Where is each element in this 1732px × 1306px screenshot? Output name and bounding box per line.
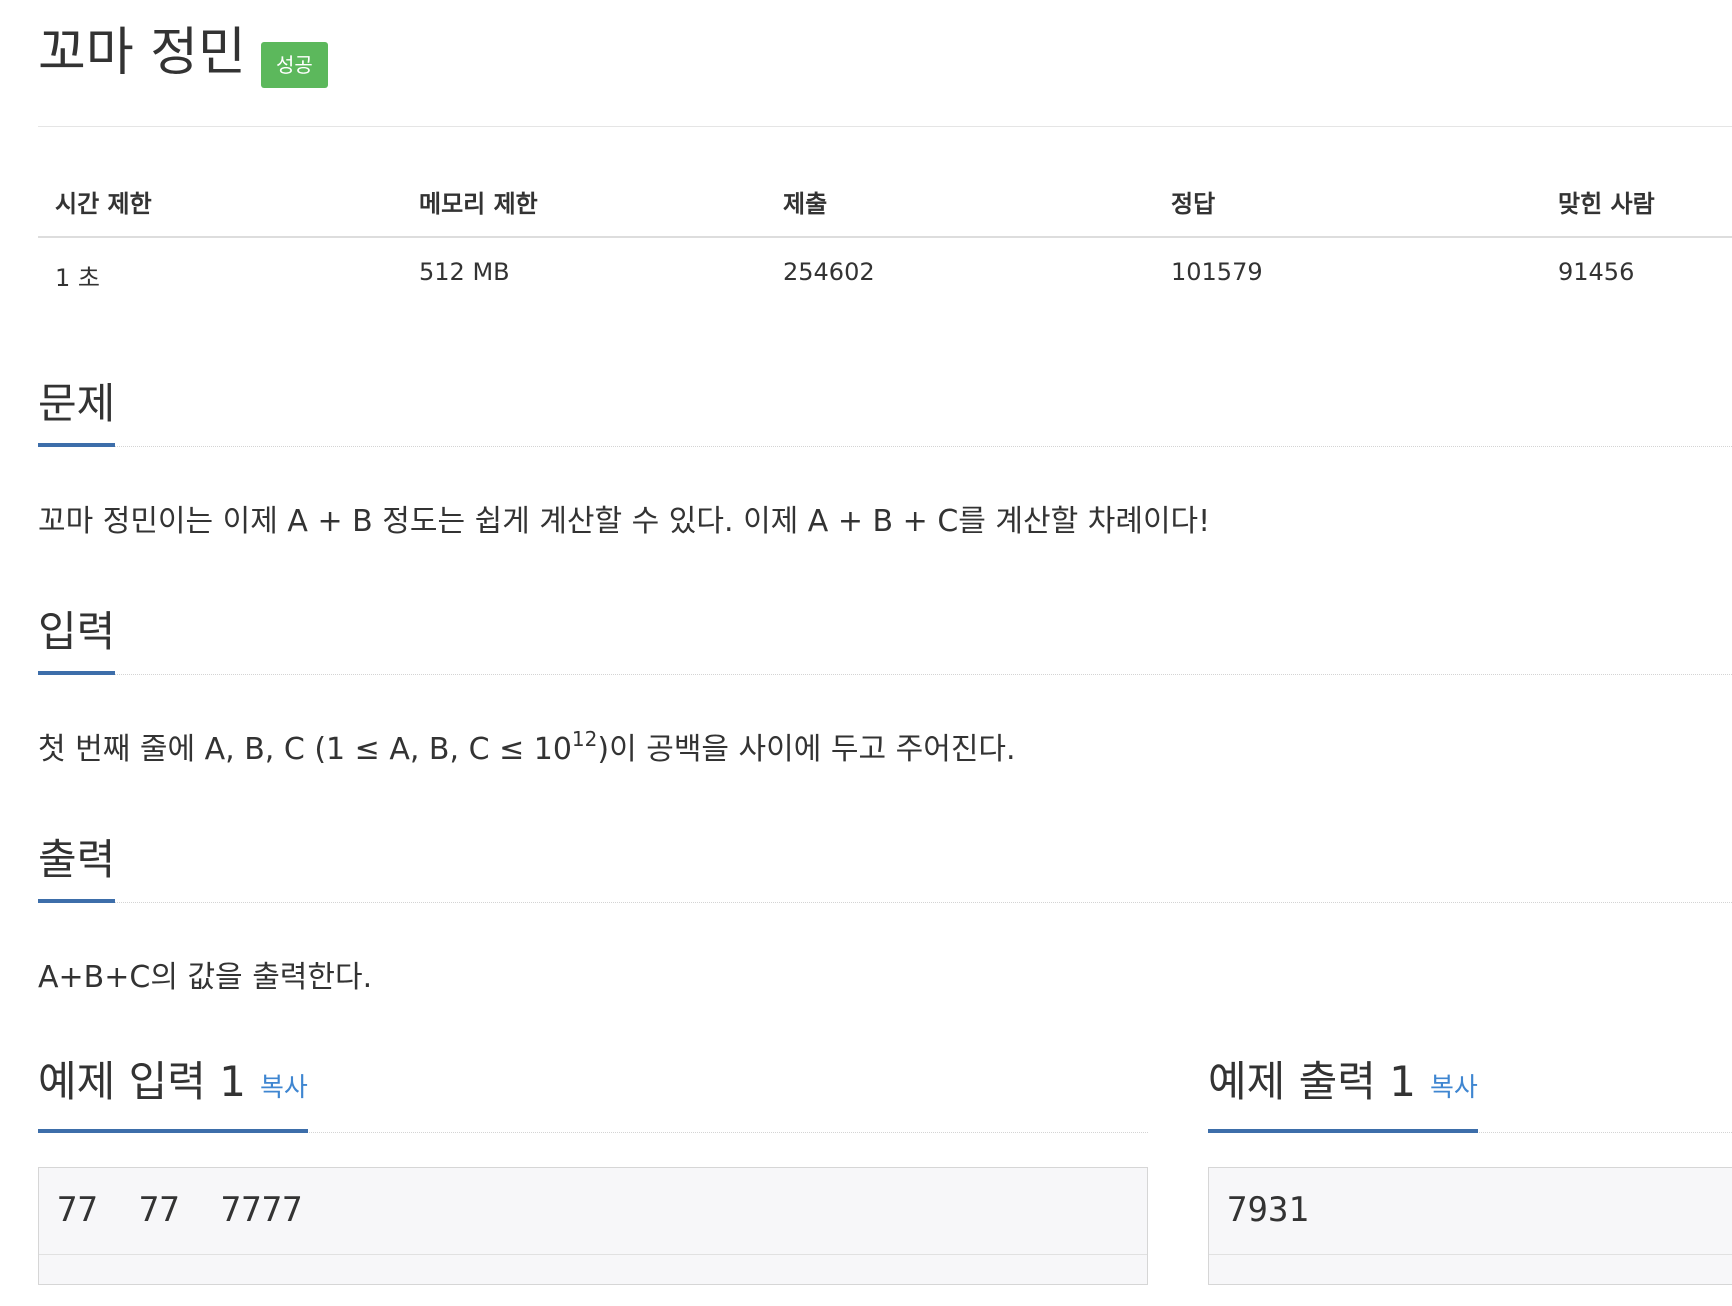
sample-output-panel: 예제 출력 1 복사 7931 xyxy=(1208,1050,1732,1285)
header-time-limit: 시간 제한 xyxy=(55,190,152,218)
section-description-text: 꼬마 정민이는 이제 A + B 정도는 쉽게 계산할 수 있다. 이제 A +… xyxy=(38,504,1211,539)
problem-info-table: 시간 제한 메모리 제한 제출 정답 맞힌 사람 1 초 512 MB 2546… xyxy=(38,170,1732,310)
section-output-head: 출력 xyxy=(38,830,1732,903)
section-description-title: 문제 xyxy=(38,377,116,447)
value-solved-users: 91456 xyxy=(1558,258,1635,286)
problem-title: 꼬마 정민 xyxy=(38,23,246,83)
section-output-text: A+B+C의 값을 출력한다. xyxy=(38,960,373,995)
section-input: 입력 첫 번째 줄에 A, B, C (1 ≤ A, B, C ≤ 1012)이… xyxy=(38,602,1732,767)
value-submissions: 254602 xyxy=(783,258,875,286)
section-output: 출력 A+B+C의 값을 출력한다. xyxy=(38,830,1732,995)
copy-sample-output-link[interactable]: 복사 xyxy=(1430,1073,1478,1103)
header-memory-limit: 메모리 제한 xyxy=(419,190,538,218)
sample-output-title-text: 예제 출력 1 xyxy=(1208,1057,1416,1106)
sample-input-title-text: 예제 입력 1 xyxy=(38,1057,246,1106)
header-submissions: 제출 xyxy=(783,190,828,218)
problem-page: 꼬마 정민 성공 시간 제한 메모리 제한 제출 정답 맞힌 사람 1 초 51… xyxy=(38,0,1732,1285)
section-input-title: 입력 xyxy=(38,605,116,675)
info-table-value-row: 1 초 512 MB 254602 101579 91456 xyxy=(38,238,1732,310)
sample-input-title: 예제 입력 1 복사 xyxy=(38,1055,308,1133)
sample-output-divider xyxy=(1209,1254,1732,1255)
copy-sample-input-link[interactable]: 복사 xyxy=(260,1073,308,1103)
section-description-head: 문제 xyxy=(38,374,1732,447)
status-badge: 성공 xyxy=(261,42,328,88)
header-accepted: 정답 xyxy=(1171,190,1216,218)
input-text-exponent: 12 xyxy=(571,727,598,751)
section-output-title: 출력 xyxy=(38,833,116,903)
value-time-limit: 1 초 xyxy=(55,264,100,292)
input-text-after: )이 공백을 사이에 두고 주어진다. xyxy=(597,732,1016,767)
sample-output-box[interactable]: 7931 xyxy=(1208,1167,1732,1285)
section-input-text: 첫 번째 줄에 A, B, C (1 ≤ A, B, C ≤ 1012)이 공백… xyxy=(38,727,1016,770)
problem-header: 꼬마 정민 성공 xyxy=(38,0,1732,127)
sample-output-head: 예제 출력 1 복사 xyxy=(1208,1050,1732,1133)
value-accepted: 101579 xyxy=(1171,258,1263,286)
input-text-before: 첫 번째 줄에 A, B, C (1 ≤ A, B, C ≤ 10 xyxy=(38,732,572,767)
sample-input-head: 예제 입력 1 복사 xyxy=(38,1050,1148,1133)
sample-input-content: 77 77 7777 xyxy=(57,1190,303,1230)
sample-output-title: 예제 출력 1 복사 xyxy=(1208,1055,1478,1133)
section-description: 문제 꼬마 정민이는 이제 A + B 정도는 쉽게 계산할 수 있다. 이제 … xyxy=(38,374,1732,539)
sample-input-panel: 예제 입력 1 복사 77 77 7777 xyxy=(38,1050,1148,1285)
value-memory-limit: 512 MB xyxy=(419,258,510,286)
sample-input-box[interactable]: 77 77 7777 xyxy=(38,1167,1148,1285)
sample-input-divider xyxy=(39,1254,1147,1255)
sample-output-content: 7931 xyxy=(1227,1190,1309,1230)
section-input-head: 입력 xyxy=(38,602,1732,675)
info-table-header-row: 시간 제한 메모리 제한 제출 정답 맞힌 사람 xyxy=(38,170,1732,238)
header-solved-users: 맞힌 사람 xyxy=(1558,190,1655,218)
